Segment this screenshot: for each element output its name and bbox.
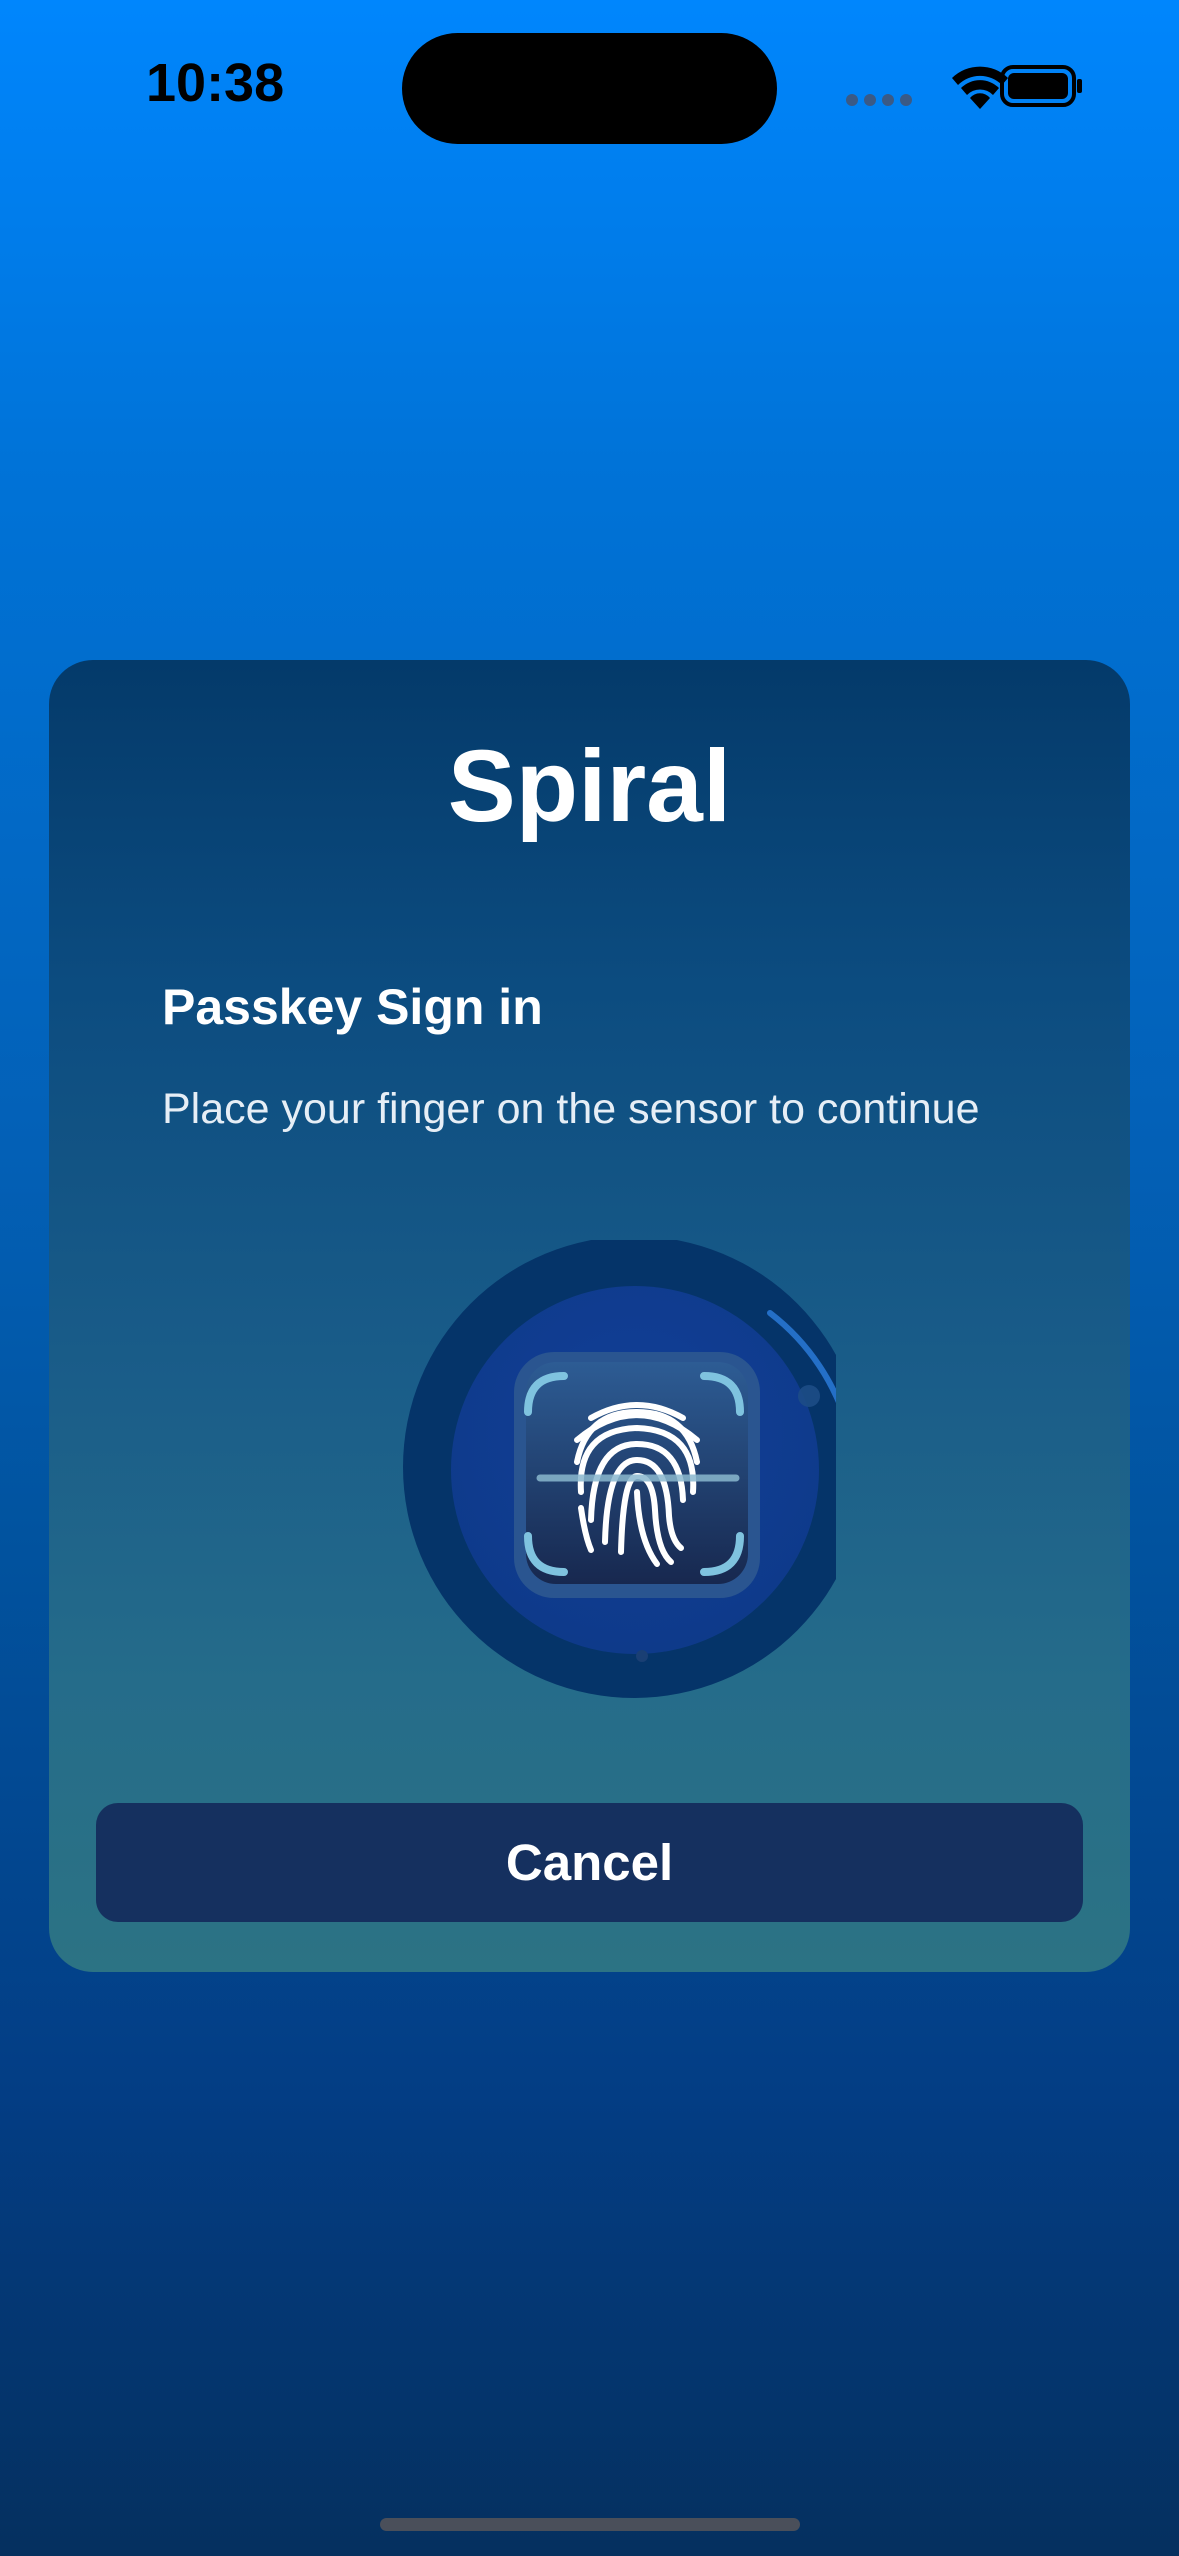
dialog-heading: Passkey Sign in: [162, 979, 543, 1035]
passkey-dialog: Spiral Passkey Sign in Place your finger…: [49, 660, 1130, 1972]
status-icons: [844, 62, 1084, 112]
fingerprint-scanner[interactable]: [356, 1240, 836, 1720]
dynamic-island: [402, 33, 777, 144]
cellular-signal-icon: [846, 94, 912, 106]
scan-progress-dot: [798, 1385, 820, 1407]
battery-icon: [1000, 65, 1082, 107]
home-indicator[interactable]: [380, 2518, 800, 2531]
wifi-icon: [952, 66, 1008, 109]
status-time: 10:38: [146, 53, 285, 113]
app-title: Spiral: [447, 729, 732, 843]
cancel-button[interactable]: Cancel: [96, 1803, 1083, 1922]
dialog-instruction: Place your finger on the sensor to conti…: [162, 1085, 980, 1133]
scanner-bottom-dot: [636, 1650, 648, 1662]
